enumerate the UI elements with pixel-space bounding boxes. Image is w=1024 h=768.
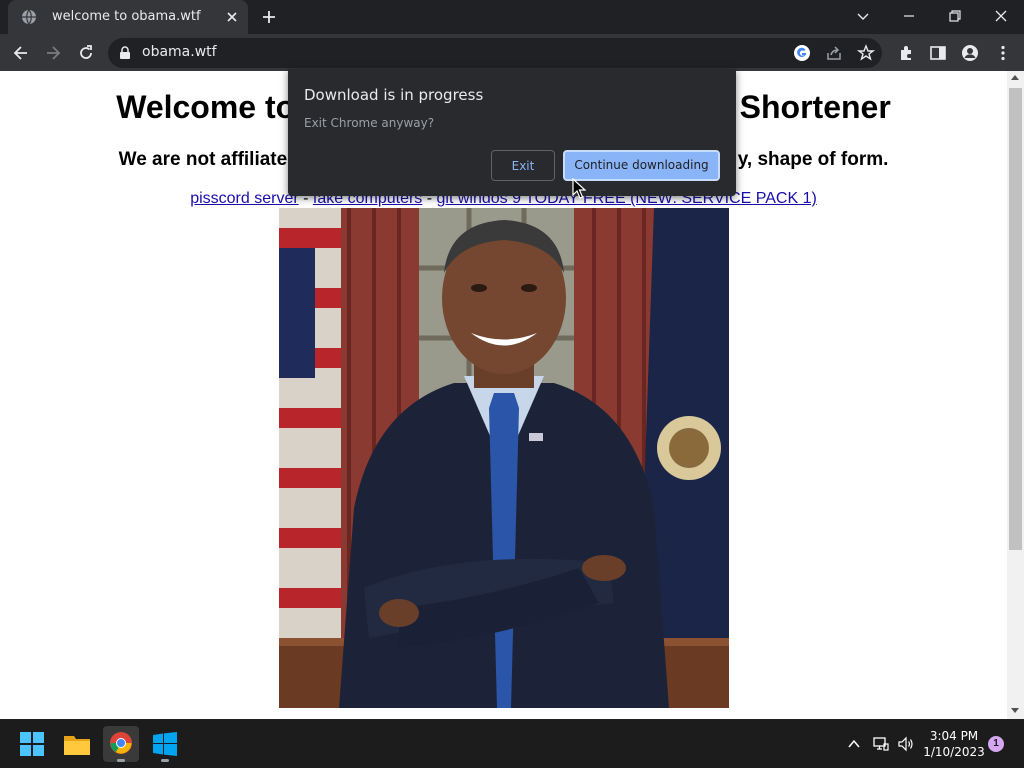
google-lens-icon[interactable] [793, 44, 811, 62]
lock-icon[interactable] [119, 46, 131, 60]
bookmark-star-icon[interactable] [857, 44, 875, 62]
globe-icon [22, 9, 36, 25]
profile-icon[interactable] [961, 44, 979, 62]
clock-time: 3:04 PM [929, 729, 979, 743]
reload-icon[interactable] [77, 44, 95, 62]
start-button[interactable] [14, 726, 50, 762]
more-menu-icon[interactable] [994, 44, 1012, 62]
link-pisscord-server[interactable]: pisscord server [190, 190, 298, 207]
exit-button[interactable]: Exit [491, 150, 555, 181]
chevron-down-icon[interactable] [855, 8, 871, 24]
chevron-up-icon[interactable] [846, 736, 862, 752]
start-icon [20, 732, 44, 756]
share-icon[interactable] [825, 44, 843, 62]
scroll-down-icon[interactable] [1011, 708, 1019, 713]
windows-taskbar: 3:04 PM 1/10/2023 1 [0, 720, 1024, 768]
extensions-icon[interactable] [897, 44, 915, 62]
scroll-up-icon[interactable] [1011, 75, 1019, 80]
heading-right: k Shortener [712, 89, 891, 125]
close-icon[interactable] [224, 9, 240, 25]
chrome-icon [110, 732, 132, 754]
exit-download-dialog: Download is in progress Exit Chrome anyw… [288, 69, 736, 196]
clock-date: 1/10/2023 [923, 745, 985, 759]
system-clock[interactable]: 3:04 PM 1/10/2023 [922, 728, 986, 760]
browser-tab[interactable]: welcome to obama.wtf [8, 0, 248, 34]
taskbar-chrome[interactable] [103, 726, 139, 762]
mouse-cursor-icon [572, 178, 586, 199]
taskbar-windows-app[interactable] [147, 726, 183, 762]
back-icon[interactable] [12, 44, 30, 62]
scroll-thumb[interactable] [1009, 88, 1022, 550]
notification-badge[interactable]: 1 [988, 736, 1004, 752]
close-window-icon[interactable] [993, 8, 1009, 24]
tab-title: welcome to obama.wtf [52, 9, 201, 24]
network-icon[interactable] [873, 736, 889, 752]
portrait-photo [279, 208, 729, 708]
address-bar[interactable]: obama.wtf [108, 38, 882, 68]
file-explorer-icon [64, 736, 90, 755]
tab-strip: welcome to obama.wtf [0, 0, 1024, 34]
side-panel-icon[interactable] [929, 44, 947, 62]
forward-icon[interactable] [44, 44, 62, 62]
browser-toolbar: obama.wtf [0, 34, 1024, 71]
new-tab-icon[interactable] [261, 9, 277, 25]
page-scrollbar[interactable] [1007, 71, 1024, 719]
heading-left: Welcome to [116, 89, 296, 125]
subheading-right: y, shape of form. [737, 149, 889, 170]
running-app-indicator [161, 759, 169, 762]
volume-icon[interactable] [898, 736, 914, 752]
continue-downloading-button[interactable]: Continue downloading [563, 150, 720, 181]
minimize-icon[interactable] [901, 8, 917, 24]
restore-icon[interactable] [947, 8, 963, 24]
active-app-indicator [117, 759, 125, 762]
dialog-title: Download is in progress [304, 86, 484, 104]
subheading-left: We are not affiliate [118, 149, 288, 170]
dialog-message: Exit Chrome anyway? [304, 116, 435, 130]
taskbar-file-explorer[interactable] [59, 726, 95, 762]
url-text[interactable]: obama.wtf [142, 44, 217, 60]
windows-icon [153, 732, 177, 756]
